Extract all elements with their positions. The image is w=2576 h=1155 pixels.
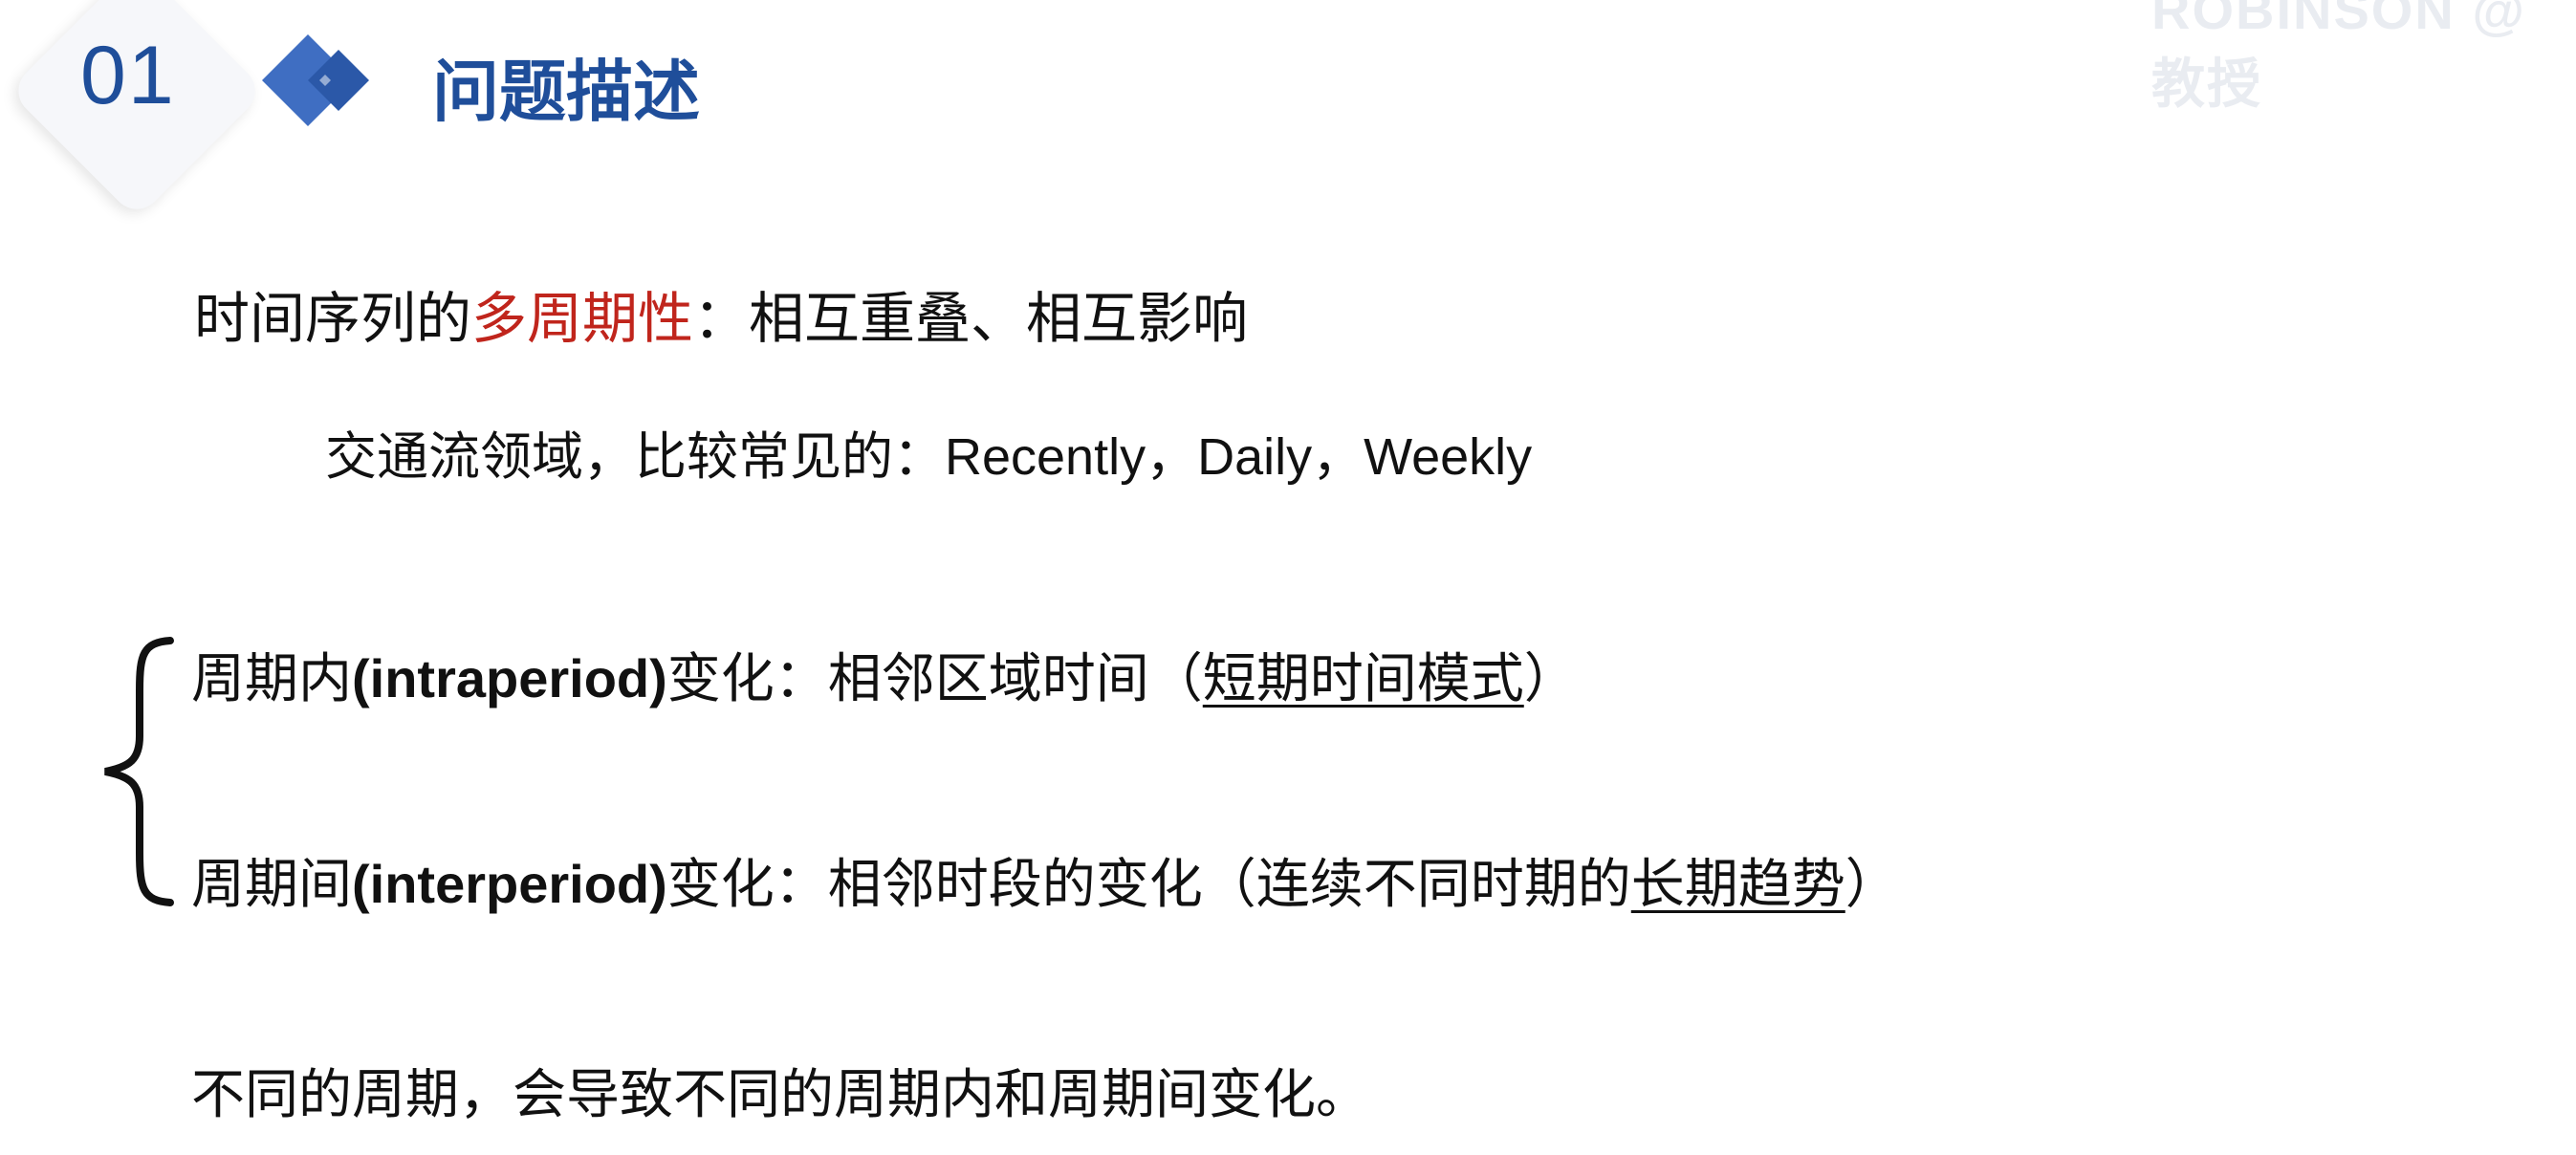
text-segment: ） [1523, 648, 1578, 708]
period-list: Recently，Daily，Weekly [945, 428, 1533, 486]
interperiod-line: 周期间(interperiod)变化：相邻时段的变化（连续不同时期的长期趋势） [191, 841, 1899, 919]
section-number: 01 [80, 30, 176, 121]
text-segment: 周期内 [191, 648, 352, 708]
text-segment: 交通流领域，比较常见的： [325, 428, 945, 486]
double-diamond-icon [262, 34, 369, 126]
text-segment: 时间序列的 [194, 288, 472, 350]
intraperiod-term: (intraperiod) [352, 648, 667, 708]
text-segment: ） [1845, 854, 1899, 914]
text-segment: ：相互重叠、相互影响 [693, 288, 1249, 350]
page-title: 问题描述 [432, 54, 700, 129]
slide-header: 01 问题描述 [0, 0, 861, 220]
highlight-term: 多周期性 [471, 288, 694, 350]
multi-period-line: 时间序列的多周期性：相互重叠、相互影响 [194, 273, 1248, 354]
curly-brace-icon [104, 637, 174, 906]
short-term-pattern: 短期时间模式 [1202, 648, 1524, 708]
text-segment: 周期间 [191, 854, 352, 914]
watermark: ROBINSON @教授 [2151, 0, 2563, 114]
watermark-text: ROBINSON @教授 [2151, 0, 2526, 114]
text-segment: 变化：相邻区域时间（ [666, 648, 1203, 708]
interperiod-term: (interperiod) [352, 854, 667, 914]
conclusion-line: 不同的周期，会导致不同的周期内和周期间变化。 [191, 1064, 1369, 1124]
text-segment: 变化：相邻时段的变化（连续不同时期的 [666, 854, 1631, 914]
long-term-trend: 长期趋势 [1630, 854, 1845, 914]
traffic-domain-line: 交通流领域，比较常见的：Recently，Daily，Weekly [325, 414, 1532, 490]
intraperiod-line: 周期内(intraperiod)变化：相邻区域时间（短期时间模式） [191, 636, 1578, 713]
